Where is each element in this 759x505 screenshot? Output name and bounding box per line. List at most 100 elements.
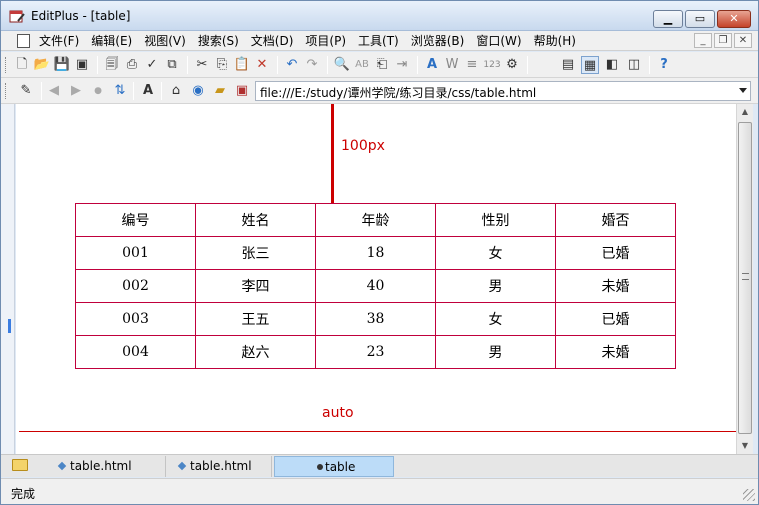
menu-browser[interactable]: 浏览器(B) — [411, 33, 465, 49]
menu-file[interactable]: 文件(F) — [39, 33, 79, 49]
margin-top-label: 100px — [341, 138, 385, 154]
table-header-cell: 姓名 — [195, 203, 316, 237]
open-icon[interactable]: 📂 — [33, 56, 51, 74]
table-cell: 已婚 — [555, 236, 676, 270]
save-icon[interactable]: 💾 — [53, 56, 71, 74]
undo-icon[interactable]: ↶ — [283, 56, 301, 74]
table-header-cell: 性别 — [435, 203, 556, 237]
replace-icon[interactable]: AB — [353, 56, 371, 74]
settings-icon[interactable]: ⚙ — [503, 56, 521, 74]
table-cell: 23 — [315, 335, 436, 369]
document-menu-icon[interactable] — [17, 34, 30, 48]
copy-icon[interactable]: ⎘ — [213, 56, 231, 74]
close-button[interactable]: ✕ — [717, 10, 751, 28]
toolbar-separator — [527, 56, 528, 74]
maximize-button[interactable]: ▭ — [685, 10, 715, 28]
address-bar[interactable]: file:///E:/study/谭州学院/练习目录/css/table.htm… — [255, 81, 751, 101]
insert-icon[interactable]: ⎗ — [373, 56, 391, 74]
chevron-down-icon[interactable] — [739, 88, 747, 93]
mdi-close-button[interactable]: ✕ — [734, 33, 752, 48]
status-bar: 完成 — [1, 478, 758, 504]
refresh-icon[interactable]: ⇅ — [111, 82, 129, 100]
document-tab-bar: table.html table.html table — [1, 454, 758, 477]
tab-table-html-2[interactable]: table.html — [176, 456, 272, 477]
tab-table-active[interactable]: table — [274, 456, 394, 477]
word-wrap-icon[interactable]: W — [443, 56, 461, 74]
copy-html-icon[interactable]: ⧉ — [163, 56, 181, 74]
toolbar-grip[interactable] — [5, 83, 8, 99]
tab-table-html-1[interactable]: table.html — [56, 456, 166, 477]
mdi-minimize-button[interactable]: _ — [694, 33, 712, 48]
font-icon[interactable]: A — [423, 56, 441, 74]
new-file-icon[interactable]: 🗋 — [13, 56, 31, 74]
cut-icon[interactable]: ✂ — [193, 56, 211, 74]
menu-edit[interactable]: 编辑(E) — [91, 33, 132, 49]
gutter-marker — [8, 319, 11, 333]
forward-icon[interactable]: ▶ — [67, 82, 85, 100]
search-web-icon[interactable]: ◉ — [189, 82, 207, 100]
editplus-window: EditPlus - [table] ▁ ▭ ✕ 文件(F) 编辑(E) 视图(… — [0, 0, 759, 505]
menu-help[interactable]: 帮助(H) — [534, 33, 576, 49]
menu-document[interactable]: 文档(D) — [251, 33, 294, 49]
print-preview-icon[interactable]: 🗐 — [103, 56, 121, 74]
toolbar-separator — [277, 56, 278, 74]
address-url[interactable]: file:///E:/study/谭州学院/练习目录/css/table.htm… — [260, 84, 536, 101]
toolbar-separator — [649, 56, 650, 74]
toolbar-separator — [161, 82, 162, 100]
find-icon[interactable]: 🔍 — [333, 56, 351, 74]
back-icon[interactable]: ◀ — [45, 82, 63, 100]
menu-tools[interactable]: 工具(T) — [358, 33, 399, 49]
home-icon[interactable]: ⌂ — [167, 82, 185, 100]
font-size-icon[interactable]: A — [139, 82, 157, 100]
save-all-icon[interactable]: ▣ — [73, 56, 91, 74]
browser-icon[interactable]: ▣ — [233, 82, 251, 100]
mdi-restore-button[interactable]: ❐ — [714, 33, 732, 48]
minimize-button[interactable]: ▁ — [653, 10, 683, 28]
table-cell: 003 — [75, 302, 196, 336]
vertical-scrollbar[interactable]: ▲ ▼ — [736, 104, 753, 454]
data-table: 编号 姓名 年龄 性别 婚否 001 张三 18 女 已婚 002 李四 40 … — [75, 203, 676, 369]
toolbar-grip[interactable] — [5, 57, 8, 73]
margin-indicator-line — [331, 104, 334, 204]
table-row: 004 赵六 23 男 未婚 — [75, 335, 676, 369]
toggle-icon[interactable]: ◧ — [603, 56, 621, 74]
toolbar-separator — [417, 56, 418, 74]
active-view-icon[interactable]: ▦ — [581, 56, 599, 74]
menu-search[interactable]: 搜索(S) — [198, 33, 239, 49]
menu-project[interactable]: 项目(P) — [305, 33, 346, 49]
line-number-icon[interactable]: ≡ — [463, 56, 481, 74]
scroll-thumb[interactable] — [738, 122, 752, 434]
print-icon[interactable]: ⎙ — [123, 56, 141, 74]
resize-grip-icon[interactable] — [743, 489, 755, 501]
scroll-down-icon[interactable]: ▼ — [737, 438, 753, 454]
view-icon[interactable]: ▤ — [559, 56, 577, 74]
table-cell: 赵六 — [195, 335, 316, 369]
indent-icon[interactable]: ⇥ — [393, 56, 411, 74]
scroll-up-icon[interactable]: ▲ — [737, 104, 753, 120]
menu-window[interactable]: 窗口(W) — [476, 33, 521, 49]
tab-label: table — [325, 460, 356, 474]
help-icon[interactable]: ? — [655, 56, 673, 74]
table-cell: 男 — [435, 269, 556, 303]
fullscreen-icon[interactable]: ◫ — [625, 56, 643, 74]
menu-view[interactable]: 视图(V) — [144, 33, 186, 49]
table-cell: 18 — [315, 236, 436, 270]
table-header-row: 编号 姓名 年龄 性别 婚否 — [75, 203, 676, 237]
status-text: 完成 — [11, 487, 36, 501]
table-row: 002 李四 40 男 未婚 — [75, 269, 676, 303]
horizontal-indicator-line — [19, 431, 736, 432]
toolbar-separator — [41, 82, 42, 100]
table-cell: 女 — [435, 236, 556, 270]
redo-icon[interactable]: ↷ — [303, 56, 321, 74]
stop-icon[interactable]: ● — [89, 82, 107, 100]
edit-pencil-icon[interactable]: ✎ — [17, 82, 35, 100]
ruler-icon[interactable]: 123 — [483, 56, 501, 74]
browser-toolbar: ✎ ◀ ▶ ● ⇅ A ⌂ ◉ ▰ ▣ file:///E:/study/谭州学… — [1, 78, 758, 104]
spell-check-icon[interactable]: ✓ — [143, 56, 161, 74]
table-cell: 38 — [315, 302, 436, 336]
folder-icon[interactable] — [12, 459, 28, 471]
paste-icon[interactable]: 📋 — [233, 56, 251, 74]
open-folder-icon[interactable]: ▰ — [211, 82, 229, 100]
table-cell: 40 — [315, 269, 436, 303]
delete-icon[interactable]: ✕ — [253, 56, 271, 74]
